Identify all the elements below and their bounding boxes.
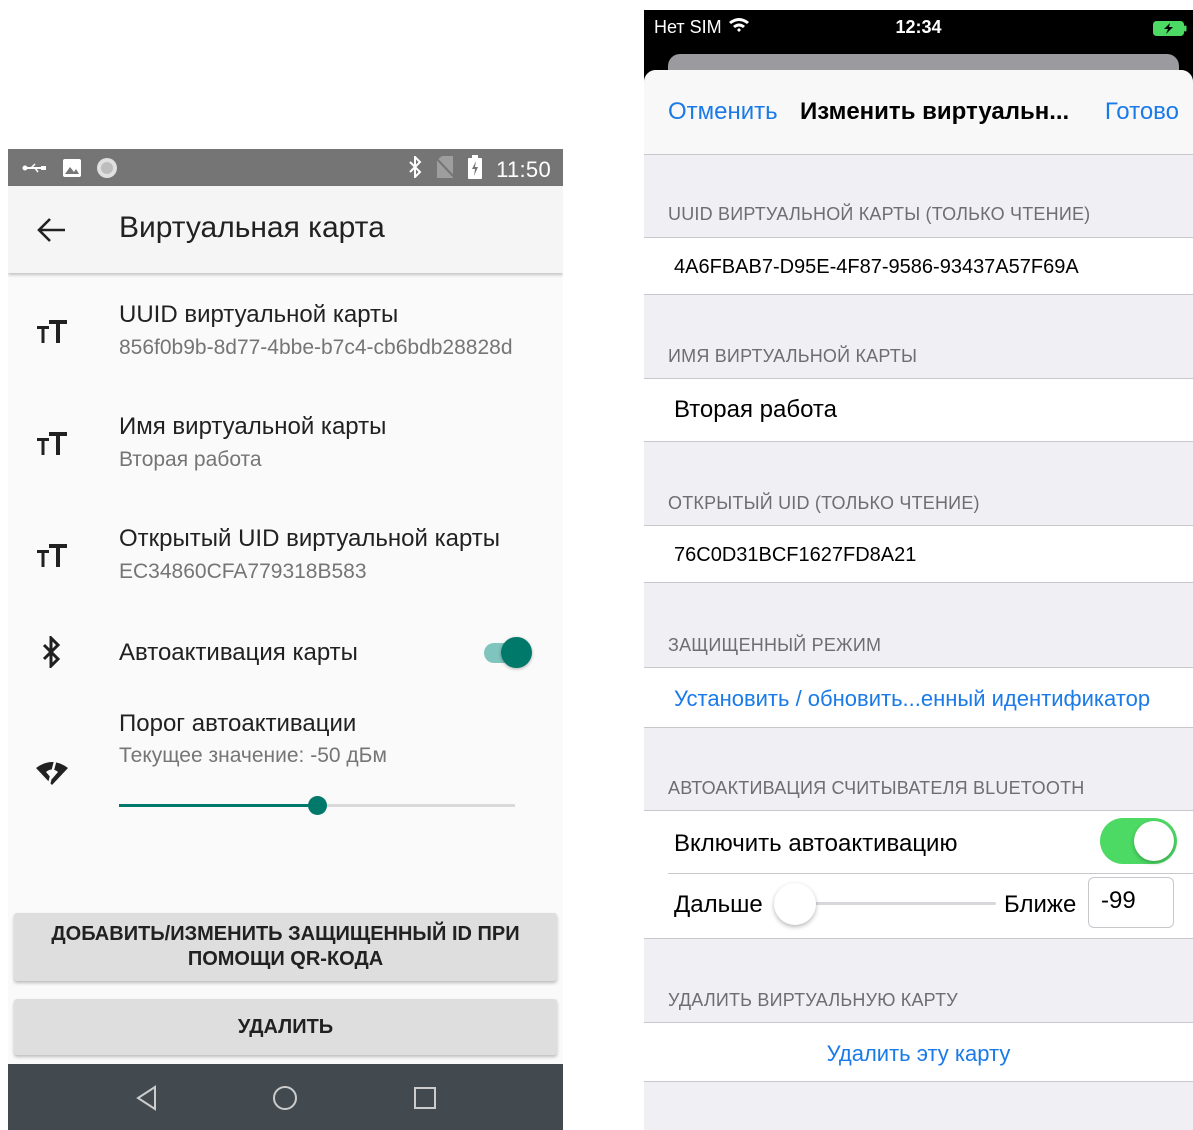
setting-uuid[interactable]: UUID виртуальной карты 856f0b9b-8d77-4bb…: [8, 273, 563, 385]
ios-screen: Нет SIM 12:34 Отменить Изменить виртуаль…: [644, 10, 1193, 1130]
setting-subtitle: 856f0b9b-8d77-4bbe-b7c4-cb6bdb28828d: [119, 336, 513, 359]
android-app-bar: Виртуальная карта: [8, 186, 563, 273]
range-slider[interactable]: [774, 878, 996, 930]
switch-thumb: [501, 637, 532, 668]
name-field[interactable]: Вторая работа: [674, 396, 837, 424]
ios-status-bar: Нет SIM 12:34: [644, 10, 1193, 50]
edit-sheet: Отменить Изменить виртуальн... Готово UU…: [644, 70, 1193, 1130]
delete-card-link[interactable]: Удалить эту карту: [644, 1041, 1193, 1067]
far-label: Дальше: [674, 891, 763, 918]
switch-knob: [1134, 821, 1174, 861]
nav-title: Изменить виртуальн...: [800, 98, 1070, 125]
setting-subtitle: Вторая работа: [119, 448, 262, 471]
section-header-secure: ЗАЩИЩЕННЫЙ РЕЖИМ: [668, 635, 882, 655]
nav-recents-icon[interactable]: [411, 1084, 439, 1112]
threshold-slider[interactable]: [119, 794, 515, 818]
image-icon: [62, 158, 82, 183]
setting-auto-activation[interactable]: Автоактивация карты: [8, 609, 563, 695]
open-uid-cell: 76C0D31BCF1627FD8A21: [644, 525, 1193, 583]
text-size-icon: [34, 425, 70, 461]
enable-auto-switch[interactable]: [1100, 818, 1177, 864]
range-row: Дальше Ближе -99: [644, 874, 1193, 938]
android-nav-bar: [8, 1064, 563, 1130]
section-header-open-uid: ОТКРЫТЫЙ UID (ТОЛЬКО ЧТЕНИЕ): [668, 493, 980, 513]
section-header-uuid: UUID ВИРТУАЛЬНОЙ КАРТЫ (ТОЛЬКО ЧТЕНИЕ): [668, 204, 1091, 224]
set-secure-id-link[interactable]: Установить / обновить...енный идентифика…: [674, 686, 1150, 712]
near-label: Ближе: [1004, 891, 1077, 918]
section-header-delete: УДАЛИТЬ ВИРТУАЛЬНУЮ КАРТУ: [668, 990, 958, 1010]
section-header-name: ИМЯ ВИРТУАЛЬНОЙ КАРТЫ: [668, 346, 918, 366]
delete-cell[interactable]: Удалить эту карту: [644, 1022, 1193, 1082]
done-button[interactable]: Готово: [1105, 98, 1179, 126]
cancel-button[interactable]: Отменить: [668, 98, 778, 126]
android-status-bar: 11:50: [8, 149, 563, 186]
open-uid-value: 76C0D31BCF1627FD8A21: [674, 544, 917, 566]
battery-charging-icon: [468, 155, 483, 185]
page-title: Виртуальная карта: [119, 211, 385, 244]
slider-fill: [119, 804, 317, 807]
section-header-auto: АВТОАКТИВАЦИЯ СЧИТЫВАТЕЛЯ BLUETOOTH: [668, 778, 1085, 798]
setting-open-uid[interactable]: Открытый UID виртуальной карты EC34860CF…: [8, 497, 563, 609]
ios-status-time: 12:34: [895, 17, 942, 37]
text-size-icon: [34, 313, 70, 349]
threshold-value-field[interactable]: -99: [1088, 877, 1174, 928]
delete-button[interactable]: УДАЛИТЬ: [14, 999, 557, 1055]
nav-back-icon[interactable]: [133, 1084, 161, 1112]
circle-app-icon: [96, 157, 118, 184]
setting-threshold: Порог автоактивации Текущее значение: -5…: [8, 695, 563, 845]
slider-thumb[interactable]: [308, 796, 327, 815]
setting-title: UUID виртуальной карты: [119, 301, 399, 328]
bluetooth-icon: [34, 634, 70, 670]
setting-name[interactable]: Имя виртуальной карты Вторая работа: [8, 385, 563, 497]
nav-home-icon[interactable]: [271, 1084, 299, 1112]
auto-activation-group: Включить автоактивацию Дальше Ближе -99: [644, 810, 1193, 939]
slider-thumb[interactable]: [774, 883, 816, 925]
uuid-value: 4A6FBAB7-D95E-4F87-9586-93437A57F69A: [674, 256, 1079, 278]
secure-cell[interactable]: Установить / обновить...енный идентифика…: [644, 667, 1193, 728]
back-arrow-icon[interactable]: [36, 214, 68, 246]
auto-activation-switch[interactable]: [484, 636, 534, 668]
android-status-time: 11:50: [496, 157, 551, 182]
add-secure-id-qr-button[interactable]: ДОБАВИТЬ/ИЗМЕНИТЬ ЗАЩИЩЕННЫЙ ID ПРИ ПОМО…: [14, 913, 557, 981]
enable-auto-label: Включить автоактивацию: [674, 830, 958, 857]
no-sim-icon: [435, 156, 455, 184]
battery-charging-icon: [1153, 20, 1187, 36]
setting-title: Открытый UID виртуальной карты: [119, 525, 501, 552]
setting-subtitle: Текущее значение: -50 дБм: [119, 744, 387, 767]
setting-title: Имя виртуальной карты: [119, 413, 387, 440]
setting-title: Автоактивация карты: [119, 639, 358, 666]
ios-nav-bar: Отменить Изменить виртуальн... Готово: [644, 70, 1193, 155]
setting-title: Порог автоактивации: [119, 710, 357, 737]
text-size-icon: [34, 537, 70, 573]
name-cell[interactable]: Вторая работа: [644, 378, 1193, 442]
android-screen: 11:50 Виртуальная карта UUID виртуальной…: [8, 149, 563, 1130]
wifi-signal-icon: [34, 755, 70, 791]
usb-icon: [22, 161, 48, 180]
setting-subtitle: EC34860CFA779318B583: [119, 560, 367, 583]
uuid-cell: 4A6FBAB7-D95E-4F87-9586-93437A57F69A: [644, 237, 1193, 295]
bluetooth-status-icon: [408, 154, 422, 184]
